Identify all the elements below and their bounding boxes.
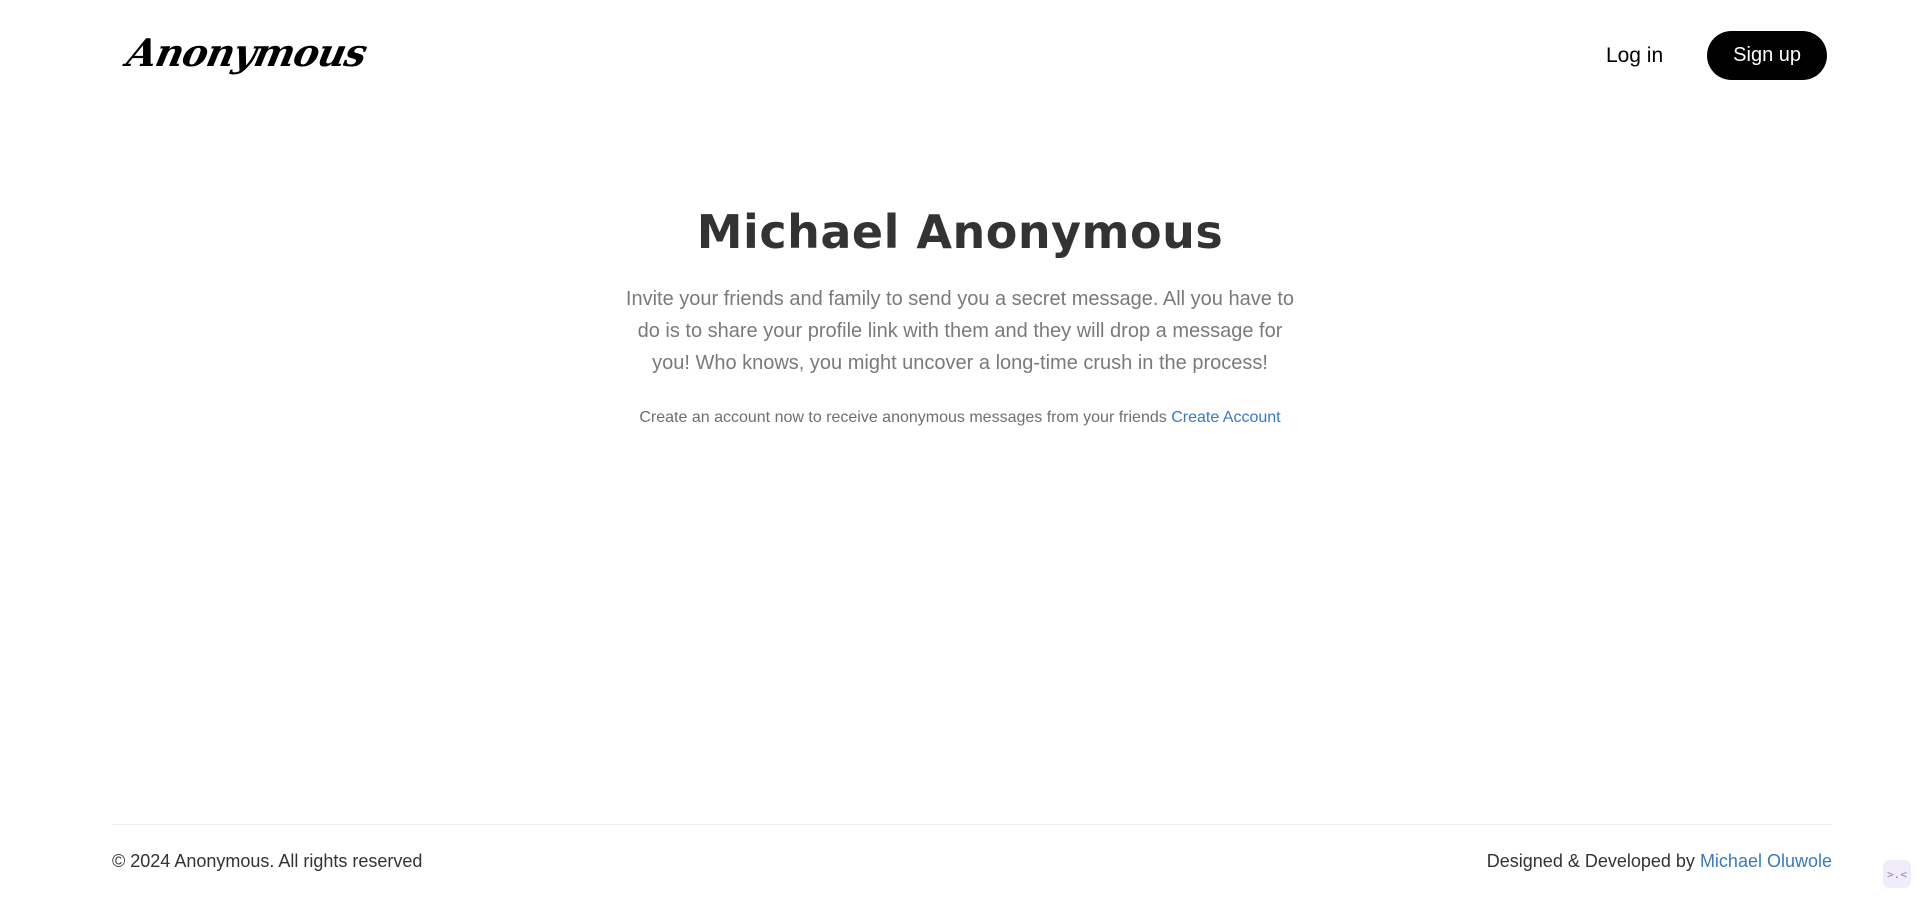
credit-prefix: Designed & Developed by — [1486, 851, 1695, 871]
page-title: Michael Anonymous — [696, 205, 1224, 259]
footer-copyright: © 2024 Anonymous. All rights reserved — [112, 851, 423, 871]
page: Anonymous Log in Sign up Michael Anonymo… — [0, 0, 1920, 912]
footer-divider — [112, 824, 1832, 825]
login-link[interactable]: Log in — [1606, 44, 1663, 68]
signup-button[interactable]: Sign up — [1707, 31, 1827, 80]
code-toggle-icon[interactable]: >.< — [1883, 860, 1911, 888]
developer-link[interactable]: Michael Oluwole — [1700, 851, 1832, 871]
site-logo[interactable]: Anonymous — [123, 30, 370, 75]
cta-line: Create an account now to receive anonymo… — [0, 409, 1920, 427]
hero-section: Michael Anonymous Invite your friends an… — [0, 205, 1920, 427]
cta-text: Create an account now to receive anonymo… — [639, 409, 1167, 426]
hero-description: Invite your friends and family to send y… — [625, 288, 1295, 374]
create-account-link[interactable]: Create Account — [1171, 409, 1280, 426]
footer-credit: Designed & Developed by Michael Oluwole — [1487, 851, 1832, 872]
header-nav: Log in Sign up — [1606, 31, 1827, 80]
